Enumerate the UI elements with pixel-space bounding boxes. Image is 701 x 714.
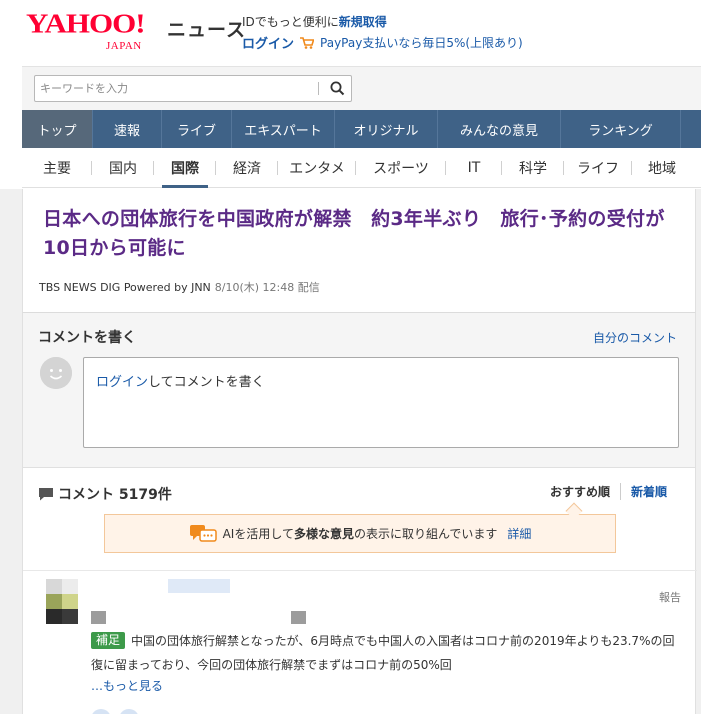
avatar-pixel	[46, 579, 62, 594]
active-underline	[162, 184, 208, 188]
paypay-promo-link[interactable]: PayPay支払いなら毎日5%(上限あり)	[320, 34, 523, 51]
search-button[interactable]	[323, 76, 351, 101]
logo-wordmark: YAHOO!	[26, 7, 146, 39]
ai-notice-suffix: の表示に取り組んでいます	[353, 527, 498, 541]
supplement-badge: 補足	[91, 632, 126, 649]
avatar-pixel	[46, 609, 62, 624]
user-avatar[interactable]	[46, 579, 78, 625]
comment-body: 補足 中国の団体旅行解禁となったが、6月時点でも中国人の入国者はコロナ前の2019…	[91, 629, 681, 677]
comment-login-link[interactable]: ログイン	[96, 375, 148, 390]
comment-write-section: コメントを書く 自分のコメント ログインしてコメントを書く	[22, 312, 696, 468]
category-entertainment[interactable]: エンタメ	[278, 148, 356, 188]
login-link[interactable]: ログイン	[242, 33, 294, 52]
comment-count: コメント 5179件	[38, 484, 172, 504]
category-label: 国際	[171, 160, 199, 177]
site-header: YAHOO! JAPAN ニュース IDでもっと便利に新規取得 ログイン Pay…	[0, 0, 701, 66]
article-meta: TBS NEWS DIG Powered by JNN 8/10(木) 12:48…	[39, 279, 320, 295]
avatar-pixel	[62, 609, 78, 624]
article-title[interactable]: 日本への団体旅行を中国政府が解禁 約3年半ぶり 旅行･予約の受付が10日から可能…	[43, 205, 683, 263]
category-label: 科学	[519, 160, 547, 177]
category-economy[interactable]: 経済	[216, 148, 278, 188]
nav-ranking[interactable]: ランキング	[561, 110, 681, 148]
search-box	[34, 75, 352, 102]
logo-subtitle: JAPAN	[106, 40, 142, 52]
category-label: 地域	[648, 160, 676, 177]
category-main[interactable]: 主要	[22, 148, 92, 188]
category-science[interactable]: 科学	[502, 148, 564, 188]
cart-icon	[300, 36, 315, 49]
speech-bubble-icon	[39, 488, 53, 501]
avatar-pixel	[62, 579, 78, 594]
category-label: スポーツ	[373, 160, 429, 177]
reaction-icon[interactable]	[91, 709, 111, 714]
category-it[interactable]: IT	[446, 148, 502, 188]
sort-recommended-tab[interactable]: おすすめ順	[540, 483, 620, 500]
nav-live[interactable]: ライブ	[162, 110, 232, 148]
article-date: 8/10(木) 12:48 配信	[214, 281, 320, 294]
yahoo-japan-logo[interactable]: YAHOO! JAPAN	[26, 7, 162, 52]
category-sports[interactable]: スポーツ	[356, 148, 446, 188]
ai-detail-link[interactable]: 詳細	[507, 525, 531, 542]
promo-text: IDでもっと便利に	[242, 15, 339, 29]
category-international[interactable]: 国際	[154, 148, 216, 188]
nav-top[interactable]: トップ	[22, 110, 93, 148]
category-label: エンタメ	[289, 160, 345, 177]
nav-opinions[interactable]: みんなの意見	[438, 110, 561, 148]
main-nav: トップ 速報 ライブ エキスパート オリジナル みんなの意見 ランキング	[22, 110, 701, 148]
ai-notice-banner: AIを活用して多様な意見の表示に取り組んでいます 詳細	[104, 514, 616, 553]
category-label: 国内	[109, 160, 137, 177]
write-heading: コメントを書く	[38, 330, 136, 346]
comment-login-prompt: ログインしてコメントを書く	[96, 371, 265, 390]
sort-newest-tab[interactable]: 新着順	[619, 483, 677, 500]
show-more-link[interactable]: …もっと見る	[91, 677, 163, 694]
search-area	[22, 66, 701, 110]
search-divider	[318, 82, 319, 95]
ai-notice-text: AIを活用して多様な意見の表示に取り組んでいます	[223, 525, 498, 542]
category-label: 経済	[233, 160, 261, 177]
nav-original[interactable]: オリジナル	[335, 110, 438, 148]
category-label: IT	[467, 159, 481, 176]
chat-bubbles-icon	[189, 524, 217, 542]
ai-notice-bold: 多様な意見	[293, 527, 354, 541]
comment-item: 報告 補足 中国の団体旅行解禁となったが、6月時点でも中国人の入国者はコロナ前の2…	[23, 570, 697, 714]
category-local[interactable]: 地域	[632, 148, 692, 188]
comment-count-label: コメント 5179件	[58, 487, 172, 503]
sort-tabs: おすすめ順 新着順	[540, 483, 677, 500]
service-name[interactable]: ニュース	[167, 15, 246, 42]
category-label: ライフ	[577, 160, 619, 177]
reaction-icon[interactable]	[119, 709, 139, 714]
comment-input-box[interactable]: ログインしてコメントを書く	[83, 357, 679, 448]
search-input[interactable]	[35, 76, 319, 101]
smiley-avatar-icon	[40, 357, 72, 389]
category-nav: 主要 国内 国際 経済 エンタメ スポーツ IT 科学 ライフ 地域	[22, 148, 701, 188]
login-line: ログイン PayPay支払いなら毎日5%(上限あり)	[242, 33, 523, 52]
category-life[interactable]: ライフ	[564, 148, 632, 188]
article-source: TBS NEWS DIG Powered by JNN	[39, 281, 211, 294]
redacted-block	[291, 611, 306, 624]
category-label: 主要	[43, 160, 71, 177]
ai-notice-prefix: AIを活用して	[222, 527, 294, 541]
avatar	[40, 357, 72, 389]
signup-link[interactable]: 新規取得	[339, 15, 387, 29]
nav-breaking[interactable]: 速報	[93, 110, 162, 148]
comment-prompt-suffix: してコメントを書く	[148, 375, 265, 390]
nav-expert[interactable]: エキスパート	[232, 110, 335, 148]
article-card: 日本への団体旅行を中国政府が解禁 約3年半ぶり 旅行･予約の受付が10日から可能…	[22, 189, 696, 312]
search-icon	[330, 81, 344, 96]
avatar-pixel	[46, 594, 62, 609]
my-comments-link[interactable]: 自分のコメント	[593, 329, 677, 346]
reaction-icons	[91, 709, 139, 714]
comment-text: 中国の団体旅行解禁となったが、6月時点でも中国人の入国者はコロナ前の2019年よ…	[91, 634, 675, 672]
id-promo: IDでもっと便利に新規取得	[242, 13, 387, 30]
category-domestic[interactable]: 国内	[92, 148, 154, 188]
user-name-blurred[interactable]	[168, 579, 230, 593]
report-link[interactable]: 報告	[659, 589, 681, 605]
comments-section: コメント 5179件 おすすめ順 新着順 AIを活用して多様な意見の表示に取り組…	[22, 468, 697, 714]
avatar-pixel	[62, 594, 78, 609]
redacted-block	[91, 611, 106, 624]
